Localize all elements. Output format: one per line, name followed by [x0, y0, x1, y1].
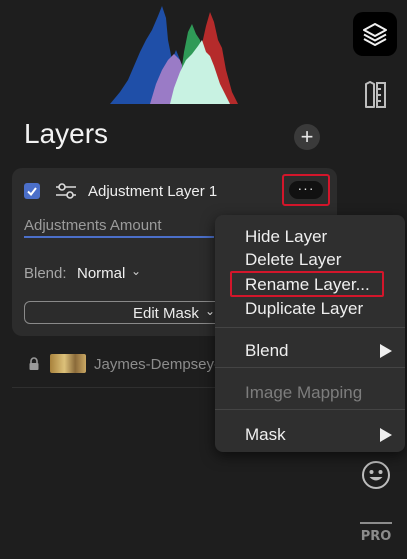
smiley-icon [362, 461, 390, 489]
layer-context-menu: Hide Layer Delete Layer Rename Layer... … [215, 215, 405, 452]
menu-divider [215, 367, 405, 368]
menu-divider [215, 409, 405, 410]
image-layer-name: Jaymes-Dempsey-P [94, 356, 230, 373]
layer-name: Adjustment Layer 1 [88, 183, 218, 200]
pro-icon: PRO [360, 522, 392, 543]
menu-item-image-mapping: Image Mapping [245, 383, 363, 402]
chevron-down-icon[interactable]: ⌄ [131, 264, 141, 278]
divider [12, 387, 222, 388]
lock-icon [29, 357, 39, 370]
portrait-tool-button[interactable] [357, 456, 395, 494]
adjustments-icon [56, 183, 76, 199]
menu-divider [215, 327, 405, 328]
blend-mode-select[interactable]: Normal [77, 265, 125, 282]
menu-item-hide-layer[interactable]: Hide Layer [245, 227, 327, 247]
pro-button[interactable]: PRO [358, 519, 394, 545]
image-thumbnail [50, 354, 86, 373]
checkmark-icon [27, 187, 37, 197]
histogram [110, 6, 238, 104]
image-layer-row[interactable]: Jaymes-Dempsey-P [12, 345, 230, 387]
submenu-arrow-icon [380, 428, 392, 442]
adjustments-amount-label: Adjustments Amount [24, 217, 162, 234]
menu-item-delete-layer[interactable]: Delete Layer [245, 250, 341, 270]
adjustments-amount-slider[interactable]: Adjustments Amount [24, 212, 214, 238]
layer-visibility-checkbox[interactable] [24, 183, 40, 199]
tools-button[interactable] [356, 76, 394, 114]
layers-icon [363, 23, 387, 46]
tools-icon [365, 81, 386, 108]
chevron-down-icon: ⌄ [205, 304, 216, 318]
edit-mask-label: Edit Mask [133, 305, 199, 322]
submenu-arrow-icon [380, 344, 392, 358]
menu-item-blend[interactable]: Blend [245, 341, 288, 361]
panel-title: Layers [24, 118, 109, 149]
pro-label: PRO [361, 529, 392, 543]
menu-item-duplicate-layer[interactable]: Duplicate Layer [245, 299, 363, 319]
edit-mask-button[interactable]: Edit Mask ⌄ [24, 301, 228, 324]
more-options-button[interactable]: ··· [289, 181, 323, 199]
blend-label: Blend: [24, 265, 67, 282]
adjustments-amount-track[interactable] [24, 236, 214, 238]
layers-tool-button[interactable] [353, 12, 397, 56]
menu-item-rename-layer[interactable]: Rename Layer... [245, 275, 370, 295]
menu-item-mask[interactable]: Mask [245, 425, 286, 445]
add-layer-button[interactable]: + [294, 124, 320, 150]
